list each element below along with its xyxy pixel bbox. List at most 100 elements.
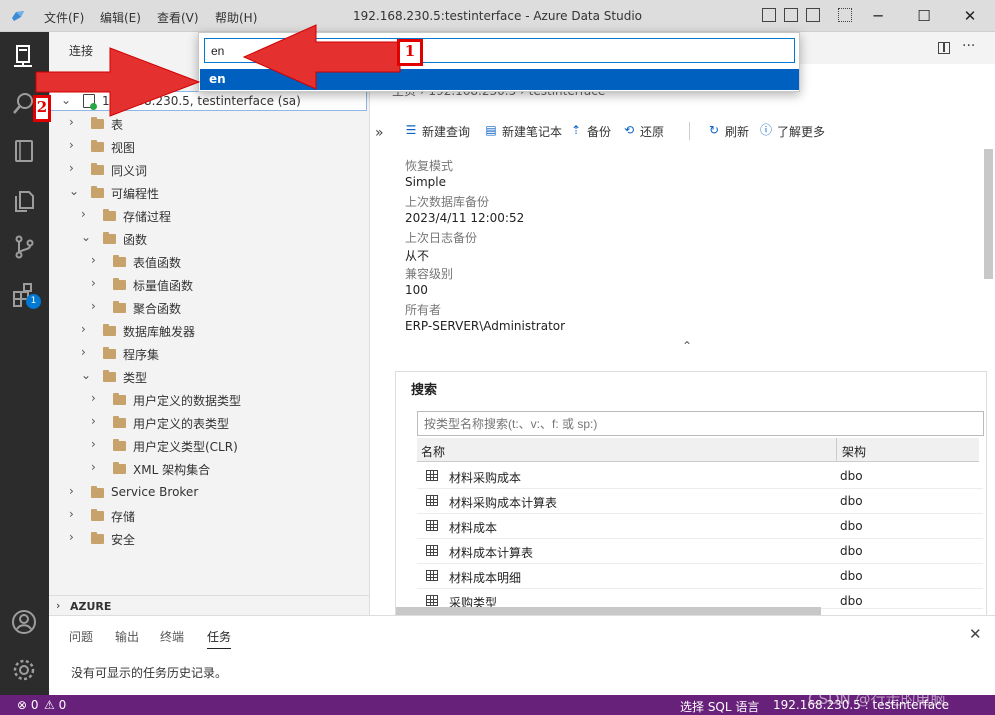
chevron-right-icon[interactable]: ›: [69, 530, 81, 544]
chevron-right-icon[interactable]: ›: [81, 207, 93, 221]
close-panel-icon[interactable]: ✕: [969, 625, 982, 643]
editor-area: ··· 主页 › 192.168.230.5 › testinterface »…: [369, 32, 995, 617]
customize-layout-icon[interactable]: [838, 8, 852, 22]
errors-indicator[interactable]: ⊗ 0: [17, 698, 39, 712]
property-key: 所有者: [405, 303, 442, 317]
scrollbar-thumb[interactable]: [984, 149, 993, 279]
watermark: CSDN @行走的电脑: [808, 690, 946, 708]
folder-icon: [91, 486, 104, 498]
annotation-label-2: 2: [33, 95, 51, 122]
table-icon: [426, 595, 438, 606]
quick-pick-input[interactable]: [204, 38, 795, 63]
new-notebook-icon: ▤: [485, 123, 497, 137]
folder-icon: [113, 278, 126, 290]
bottom-panel: 问题 输出 终端 任务 ✕ 没有可显示的任务历史记录。: [49, 615, 995, 695]
sidebar-title: 连接: [69, 44, 94, 58]
property-key: 兼容级别: [405, 267, 454, 281]
extensions-badge: 1: [26, 294, 41, 309]
chevron-right-icon[interactable]: ›: [69, 115, 81, 129]
toggle-sidebar-icon[interactable]: [762, 8, 776, 22]
chevron-right-icon[interactable]: ›: [81, 322, 93, 336]
folder-icon: [113, 255, 126, 267]
folder-icon: [91, 532, 104, 544]
chevron-right-icon[interactable]: ›: [91, 391, 103, 405]
warnings-indicator[interactable]: ⚠ 0: [44, 698, 66, 712]
folder-icon: [91, 186, 104, 198]
collapse-sidebar-icon[interactable]: »: [375, 125, 384, 141]
horizontal-scrollbar[interactable]: [396, 607, 821, 615]
connections-sidebar: 连接 服务器 ⌄ 192.168.230.5, testinterface (s…: [49, 32, 369, 615]
folder-icon: [113, 393, 126, 405]
property-key: 恢复模式: [405, 159, 454, 173]
search-input[interactable]: [417, 411, 984, 436]
table-icon: [426, 545, 438, 556]
toggle-secondary-sidebar-icon[interactable]: [806, 8, 820, 22]
property-value: ERP-SERVER\Administrator: [405, 319, 566, 333]
maximize-button[interactable]: ☐: [914, 6, 934, 26]
chevron-down-icon[interactable]: ⌄: [81, 230, 93, 244]
tab-tasks[interactable]: 任务: [207, 628, 232, 649]
property-key: 上次日志备份: [405, 231, 478, 245]
chevron-right-icon[interactable]: ›: [69, 161, 81, 175]
property-value: 100: [405, 283, 428, 297]
connections-icon[interactable]: [10, 42, 38, 70]
notebooks-icon[interactable]: [10, 137, 38, 165]
close-window-button[interactable]: ✕: [960, 6, 980, 26]
settings-icon[interactable]: [10, 656, 38, 684]
property-value: Simple: [405, 175, 446, 189]
table-row[interactable]: 采购类型 dbo: [417, 589, 983, 609]
chevron-right-icon[interactable]: ›: [91, 299, 103, 313]
table-row[interactable]: 材料成本计算表 dbo: [417, 539, 983, 564]
chevron-right-icon[interactable]: ›: [91, 253, 103, 267]
chevron-down-icon[interactable]: ⌄: [61, 93, 71, 107]
table-row[interactable]: 材料成本 dbo: [417, 514, 983, 539]
server-label: 192.168.230.5, testinterface (sa): [102, 94, 301, 108]
property-value: 从不: [405, 249, 430, 263]
column-header-schema[interactable]: 架构: [842, 443, 866, 460]
language-mode[interactable]: 选择 SQL 语言: [680, 698, 759, 715]
database-properties: 恢复模式 Simple 上次数据库备份 2023/4/11 12:00:52 上…: [405, 157, 565, 337]
tab-problems[interactable]: 问题: [69, 628, 93, 645]
quick-pick: en: [198, 32, 800, 92]
explorer-icon[interactable]: [10, 186, 38, 214]
backup-icon: ⇡: [570, 123, 582, 137]
column-divider[interactable]: [836, 438, 837, 462]
chevron-right-icon[interactable]: ›: [81, 345, 93, 359]
chevron-down-icon[interactable]: ⌄: [81, 368, 93, 382]
chevron-right-icon[interactable]: ›: [91, 414, 103, 428]
column-header-name[interactable]: 名称: [421, 443, 445, 460]
chevron-right-icon[interactable]: ›: [91, 276, 103, 290]
table-row[interactable]: 材料成本明细 dbo: [417, 564, 983, 589]
quick-pick-item[interactable]: en: [200, 69, 799, 90]
folder-icon: [103, 232, 116, 244]
account-icon[interactable]: [10, 608, 38, 636]
chevron-right-icon[interactable]: ›: [91, 437, 103, 451]
chevron-right-icon[interactable]: ›: [91, 460, 103, 474]
minimize-button[interactable]: ─: [868, 6, 888, 26]
servers-section-label[interactable]: 服务器: [69, 70, 105, 86]
table-icon: [426, 495, 438, 506]
azure-section[interactable]: › AZURE: [49, 595, 369, 615]
toggle-panel-icon[interactable]: [784, 8, 798, 22]
folder-icon: [91, 163, 104, 175]
chevron-right-icon[interactable]: ›: [69, 507, 81, 521]
restore-icon: ⟲: [623, 123, 635, 137]
tab-output[interactable]: 输出: [115, 628, 139, 645]
chevron-right-icon[interactable]: ›: [69, 138, 81, 152]
chevron-down-icon[interactable]: ⌄: [69, 184, 81, 198]
table-row[interactable]: 材料采购成本计算表 dbo: [417, 489, 983, 514]
table-row[interactable]: 材料采购成本 dbo: [417, 464, 983, 489]
split-editor-icon[interactable]: [938, 42, 950, 54]
tab-terminal[interactable]: 终端: [160, 628, 184, 645]
table-header: 名称 架构: [417, 438, 979, 462]
chevron-right-icon[interactable]: ›: [56, 599, 60, 612]
more-actions-icon[interactable]: ···: [962, 38, 975, 54]
chevron-right-icon[interactable]: ›: [69, 484, 81, 498]
property-key: 上次数据库备份: [405, 195, 490, 209]
property-value: 2023/4/11 12:00:52: [405, 211, 525, 225]
server-node[interactable]: ⌄ 192.168.230.5, testinterface (sa): [49, 91, 367, 111]
refresh-icon: ↻: [708, 123, 720, 137]
source-control-icon[interactable]: [10, 233, 38, 261]
connected-status-icon: [90, 103, 97, 110]
collapse-properties-icon[interactable]: ⌃: [682, 339, 692, 353]
